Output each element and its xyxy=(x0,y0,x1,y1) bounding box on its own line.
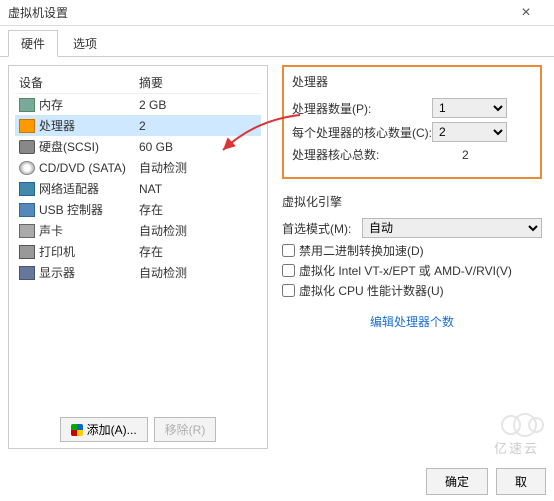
hw-header: 设备 摘要 xyxy=(15,72,261,94)
hw-icon xyxy=(19,266,35,280)
tab-options[interactable]: 选项 xyxy=(60,30,110,56)
hw-header-device: 设备 xyxy=(19,74,139,91)
hw-name: 内存 xyxy=(39,96,139,113)
hw-row[interactable]: USB 控制器存在 xyxy=(15,199,261,220)
processor-title: 处理器 xyxy=(292,73,532,90)
hw-name: USB 控制器 xyxy=(39,201,139,218)
proc-total-value: 2 xyxy=(432,148,469,162)
ok-button[interactable]: 确定 xyxy=(426,468,488,495)
hw-name: CD/DVD (SATA) xyxy=(39,161,139,175)
virt-cb1[interactable]: 禁用二进制转换加速(D) xyxy=(282,242,542,259)
hw-icon xyxy=(19,161,35,175)
titlebar: 虚拟机设置 × xyxy=(0,0,554,26)
hw-row[interactable]: 显示器自动检测 xyxy=(15,262,261,283)
detail-panel: 处理器 处理器数量(P): 1 每个处理器的核心数量(C): 2 处理器核心总数… xyxy=(278,65,546,449)
close-icon[interactable]: × xyxy=(506,4,546,22)
hw-summary: 2 GB xyxy=(139,98,166,112)
content: 设备 摘要 内存2 GB处理器2硬盘(SCSI)60 GBCD/DVD (SAT… xyxy=(0,57,554,457)
hw-name: 打印机 xyxy=(39,243,139,260)
hw-name: 声卡 xyxy=(39,222,139,239)
hw-icon xyxy=(19,224,35,238)
hw-icon xyxy=(19,119,35,133)
hw-icon xyxy=(19,98,35,112)
hw-summary: 60 GB xyxy=(139,140,173,154)
proc-cores-label: 每个处理器的核心数量(C): xyxy=(292,124,432,141)
proc-count-select[interactable]: 1 xyxy=(432,98,507,118)
hw-summary: 存在 xyxy=(139,201,163,218)
shield-icon xyxy=(71,424,83,436)
hw-row[interactable]: CD/DVD (SATA)自动检测 xyxy=(15,157,261,178)
hw-row[interactable]: 内存2 GB xyxy=(15,94,261,115)
hw-summary: 2 xyxy=(139,119,146,133)
hw-buttons: 添加(A)... 移除(R) xyxy=(15,411,261,442)
cancel-button[interactable]: 取 xyxy=(496,468,546,495)
footer: 确定 取 xyxy=(426,468,546,495)
hw-icon xyxy=(19,140,35,154)
hw-header-summary: 摘要 xyxy=(139,74,163,91)
edit-link[interactable]: 编辑处理器个数 xyxy=(282,313,542,330)
hw-icon xyxy=(19,182,35,196)
virt-cb3-box[interactable] xyxy=(282,284,295,297)
hardware-panel: 设备 摘要 内存2 GB处理器2硬盘(SCSI)60 GBCD/DVD (SAT… xyxy=(8,65,268,449)
virt-cb2[interactable]: 虚拟化 Intel VT-x/EPT 或 AMD-V/RVI(V) xyxy=(282,262,542,279)
hw-name: 网络适配器 xyxy=(39,180,139,197)
hw-summary: 存在 xyxy=(139,243,163,260)
hw-row[interactable]: 网络适配器NAT xyxy=(15,178,261,199)
virt-group: 虚拟化引擎 首选模式(M): 自动 禁用二进制转换加速(D) 虚拟化 Intel… xyxy=(282,193,542,299)
hw-row[interactable]: 声卡自动检测 xyxy=(15,220,261,241)
virt-cb2-box[interactable] xyxy=(282,264,295,277)
remove-button[interactable]: 移除(R) xyxy=(154,417,217,442)
watermark-text: 亿速云 xyxy=(494,438,548,457)
hw-name: 处理器 xyxy=(39,117,139,134)
tab-hardware[interactable]: 硬件 xyxy=(8,30,58,57)
add-button[interactable]: 添加(A)... xyxy=(60,417,148,442)
hw-icon xyxy=(19,203,35,217)
hw-name: 显示器 xyxy=(39,264,139,281)
proc-cores-select[interactable]: 2 xyxy=(432,122,507,142)
hw-row[interactable]: 硬盘(SCSI)60 GB xyxy=(15,136,261,157)
hw-row[interactable]: 打印机存在 xyxy=(15,241,261,262)
proc-count-label: 处理器数量(P): xyxy=(292,100,432,117)
hw-row[interactable]: 处理器2 xyxy=(15,115,261,136)
virt-pref-label: 首选模式(M): xyxy=(282,220,362,237)
virt-title: 虚拟化引擎 xyxy=(282,193,542,210)
hw-list: 内存2 GB处理器2硬盘(SCSI)60 GBCD/DVD (SATA)自动检测… xyxy=(15,94,261,411)
proc-total-label: 处理器核心总数: xyxy=(292,146,432,163)
watermark: 亿速云 xyxy=(494,410,548,457)
tab-strip: 硬件 选项 xyxy=(0,26,554,57)
hw-summary: NAT xyxy=(139,182,162,196)
virt-cb3[interactable]: 虚拟化 CPU 性能计数器(U) xyxy=(282,282,542,299)
window-title: 虚拟机设置 xyxy=(8,4,68,21)
hw-icon xyxy=(19,245,35,259)
hw-summary: 自动检测 xyxy=(139,264,187,281)
processor-group: 处理器 处理器数量(P): 1 每个处理器的核心数量(C): 2 处理器核心总数… xyxy=(282,65,542,179)
hw-summary: 自动检测 xyxy=(139,159,187,176)
virt-cb1-box[interactable] xyxy=(282,244,295,257)
hw-summary: 自动检测 xyxy=(139,222,187,239)
virt-pref-select[interactable]: 自动 xyxy=(362,218,542,238)
hw-name: 硬盘(SCSI) xyxy=(39,138,139,155)
